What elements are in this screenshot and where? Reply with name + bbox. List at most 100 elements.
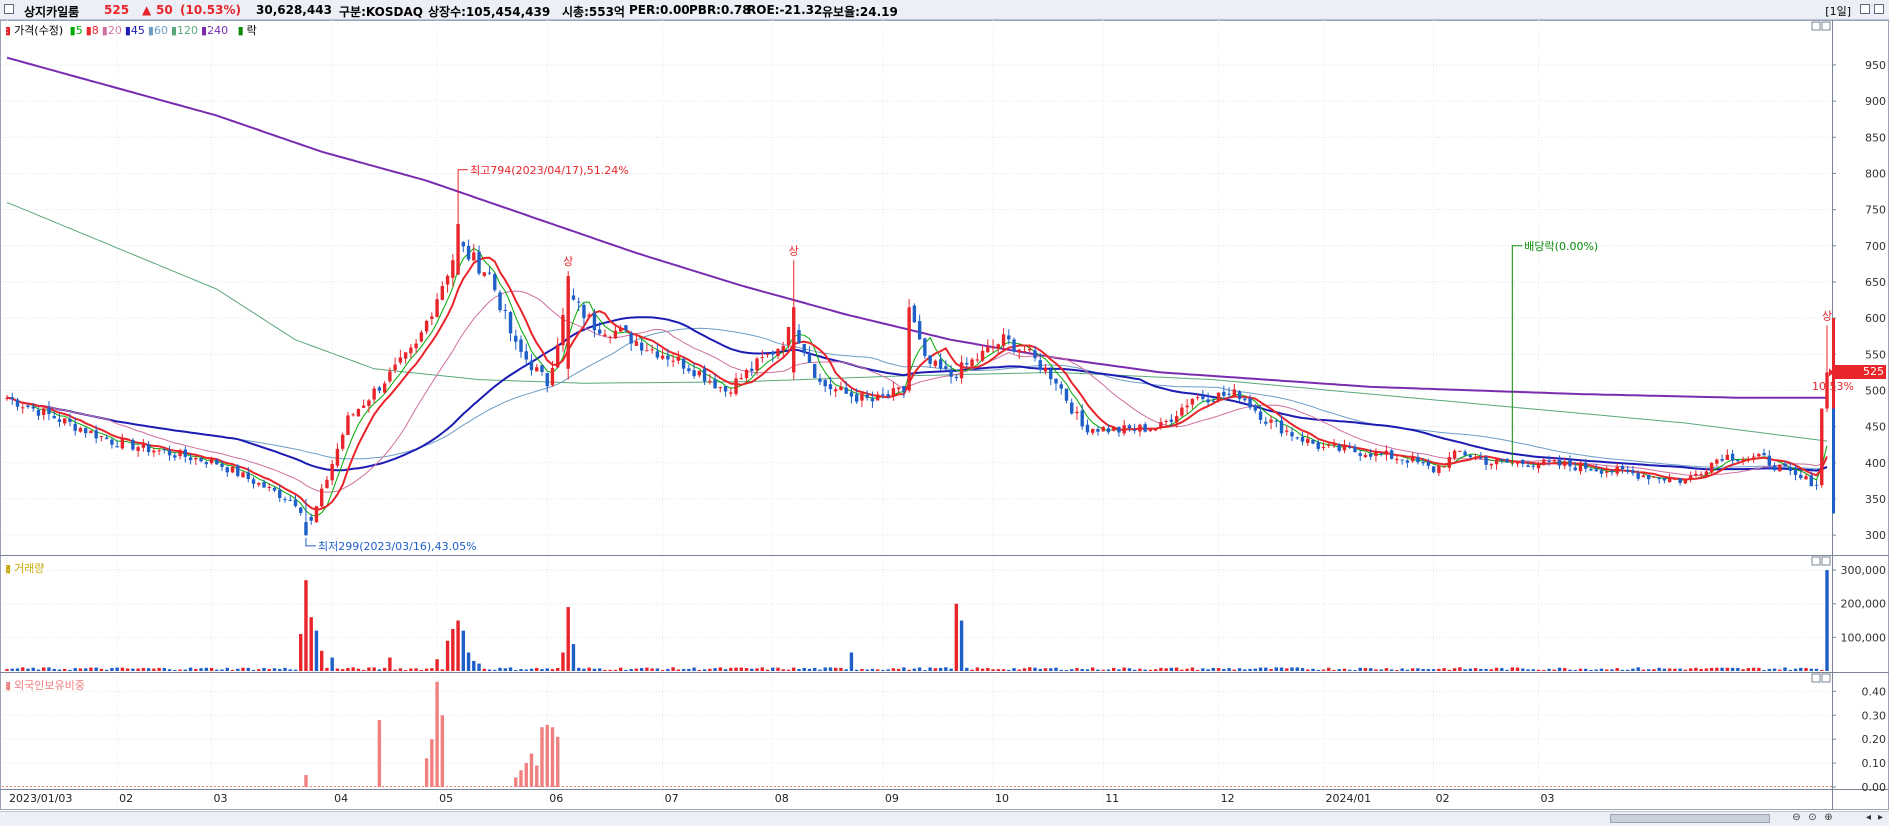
panel-button-icon — [1821, 673, 1831, 683]
candle — [823, 380, 827, 387]
volume-bar — [199, 668, 203, 671]
volume-bar — [1736, 667, 1740, 671]
volume-bar — [283, 667, 287, 671]
volume-bar — [1473, 668, 1478, 671]
scroll-right-icon[interactable]: ▸ — [1874, 812, 1887, 824]
volume-bar — [975, 667, 980, 671]
candle — [461, 242, 466, 247]
volume-bar — [765, 669, 770, 671]
volume-bar — [1190, 667, 1195, 671]
stock-chart[interactable]: 300 350 400 450 500 550 600 650 700 750 800 850 900 9… — [0, 0, 1889, 826]
candle — [750, 368, 754, 371]
candle — [1001, 334, 1006, 346]
volume-bar — [535, 667, 539, 671]
volume-bar — [912, 668, 917, 671]
zoom-reset-icon[interactable]: ⊙ — [1806, 812, 1819, 824]
scroll-thumb[interactable] — [1610, 814, 1770, 823]
volume-bar — [178, 669, 182, 671]
candle — [351, 414, 355, 416]
volume-bar — [1536, 669, 1541, 671]
volume-bar — [1688, 668, 1693, 671]
volume-bar — [419, 669, 424, 671]
x-tick-label: 03 — [214, 792, 228, 805]
candle — [666, 355, 670, 360]
scroll-bar[interactable] — [0, 811, 1889, 826]
volume-bar — [115, 667, 119, 671]
candle — [1101, 426, 1105, 432]
volume-bar — [1531, 669, 1535, 671]
volume-bar — [1169, 667, 1174, 671]
volume-bar — [1174, 667, 1179, 671]
zoom-out-icon[interactable]: ⊖ — [1790, 812, 1803, 824]
volume-bar — [1610, 669, 1614, 671]
candle — [1290, 432, 1294, 437]
candle — [1584, 462, 1588, 469]
candle — [230, 466, 235, 473]
volume-bar — [744, 668, 749, 671]
candle — [246, 472, 250, 480]
candle — [1405, 460, 1410, 463]
volume-bar — [1657, 667, 1661, 671]
volume-bar — [891, 668, 896, 671]
candle — [1064, 388, 1069, 401]
volume-bar — [1547, 668, 1551, 671]
volume-bar — [561, 652, 565, 671]
foreign-bar — [540, 727, 544, 787]
candle — [220, 463, 224, 467]
candle — [236, 465, 240, 476]
volume-bar — [1389, 669, 1394, 671]
volume-bar — [508, 667, 513, 671]
candle — [1657, 477, 1661, 480]
volume-bar — [493, 669, 497, 671]
candle — [1395, 458, 1399, 461]
candle — [1264, 421, 1268, 424]
volume-bar — [786, 669, 791, 671]
volume-bar — [393, 669, 397, 671]
volume-bar — [403, 669, 408, 671]
candle — [1337, 444, 1341, 451]
volume-bar — [1148, 669, 1153, 671]
candle — [1594, 469, 1598, 472]
x-tick-label: 07 — [665, 792, 679, 805]
volume-bar — [1767, 668, 1772, 671]
x-tick-label: 05 — [439, 792, 453, 805]
volume-bar — [991, 669, 995, 671]
candle — [1625, 469, 1630, 472]
volume-bar — [938, 667, 943, 671]
candle — [178, 450, 182, 457]
volume-bar — [618, 667, 623, 671]
candle — [1557, 459, 1562, 466]
candle — [1190, 398, 1195, 405]
candle — [1327, 444, 1331, 446]
zoom-in-icon[interactable]: ⊕ — [1822, 812, 1835, 824]
volume-bar — [398, 668, 403, 671]
volume-bar — [141, 667, 146, 671]
volume-bar — [173, 670, 177, 672]
volume-bar — [1185, 668, 1189, 671]
candle — [603, 334, 607, 337]
foreign-bar — [545, 724, 549, 787]
volume-bar — [1001, 669, 1006, 671]
candle — [556, 344, 560, 368]
volume-bar — [236, 668, 240, 671]
candle — [1253, 405, 1257, 411]
limit-up-mark: 상 — [789, 244, 799, 257]
candle — [419, 332, 424, 342]
volume-bar — [1683, 669, 1688, 671]
x-tick-label: 04 — [334, 792, 348, 805]
candle — [361, 405, 366, 408]
candle — [975, 359, 980, 361]
candle — [42, 408, 46, 416]
volume-bar — [1814, 668, 1819, 671]
volume-bar — [1195, 669, 1200, 671]
candle — [1279, 420, 1284, 434]
volume-bar — [204, 667, 209, 671]
candle — [120, 438, 125, 449]
candle — [718, 387, 723, 389]
candle — [199, 458, 203, 462]
volume-bar — [1825, 570, 1829, 671]
candle — [104, 437, 109, 440]
volume-bar — [944, 667, 948, 671]
volume-bar — [524, 669, 528, 671]
volume-bar — [1678, 668, 1682, 671]
